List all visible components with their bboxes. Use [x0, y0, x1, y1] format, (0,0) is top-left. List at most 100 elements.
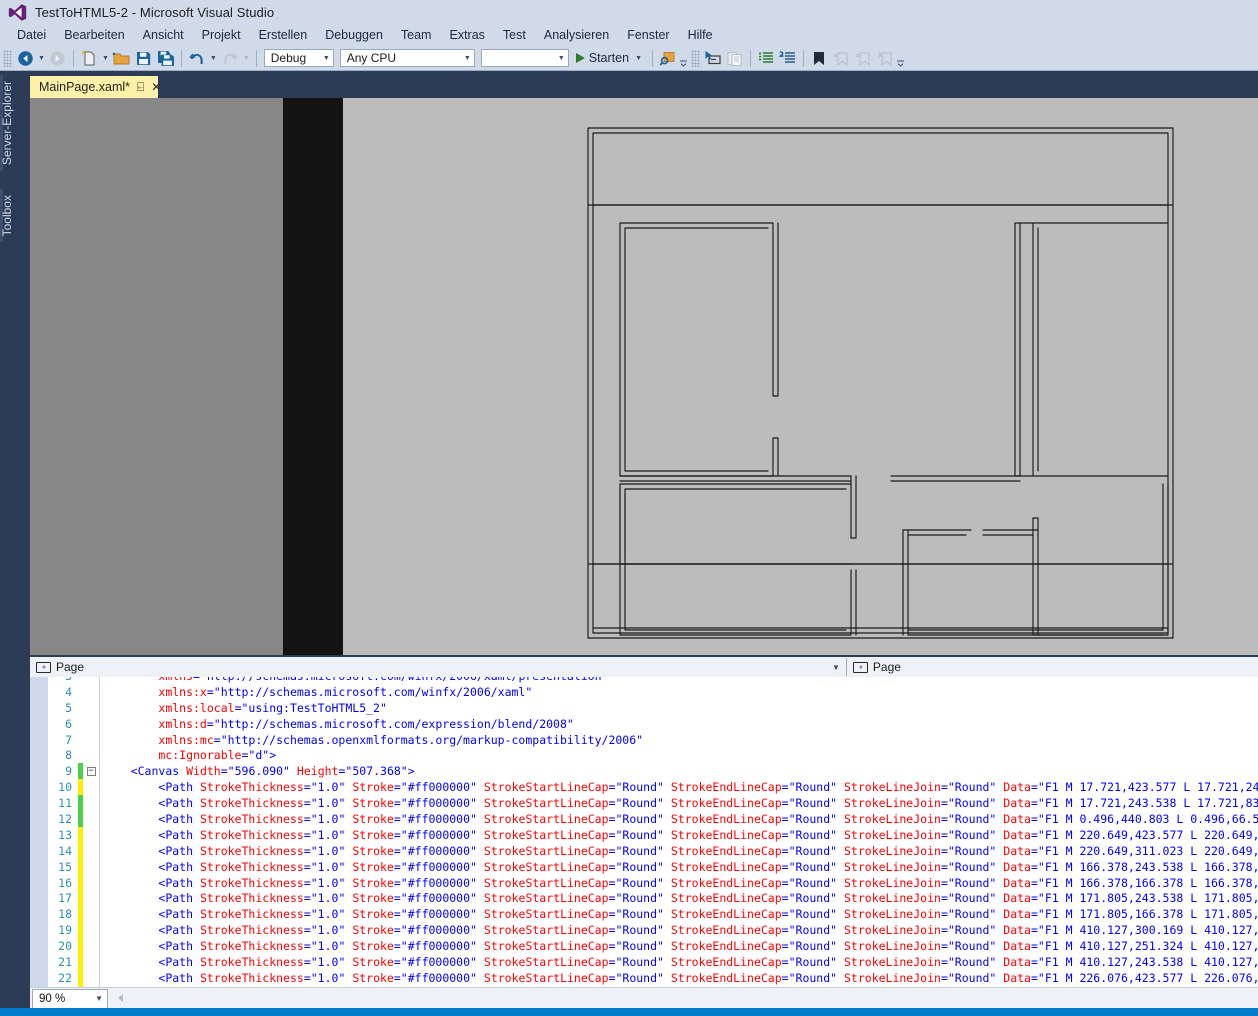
new-item-dropdown-icon[interactable]: ▼	[102, 55, 109, 62]
tab-label: MainPage.xaml*	[39, 80, 131, 94]
solution-configuration-combo[interactable]: Debug ▼	[263, 49, 334, 67]
menu-item-analysieren[interactable]: Analysieren	[535, 26, 618, 44]
save-icon[interactable]	[133, 48, 155, 69]
design-view-dropdown-icon[interactable]: ▼	[832, 663, 840, 672]
line-number: 16	[58, 875, 72, 890]
code-line[interactable]: 6 xmlns:d="http://schemas.microsoft.com/…	[30, 716, 1258, 732]
close-icon[interactable]: ✕	[151, 81, 161, 93]
zoom-level-combo[interactable]: 90 % ▼	[32, 988, 108, 1009]
code-text: <Path StrokeThickness="1.0" Stroke="#ff0…	[158, 891, 1258, 906]
outlining-margin[interactable]: −	[83, 766, 99, 776]
code-line[interactable]: 19 <Path StrokeThickness="1.0" Stroke="#…	[30, 922, 1258, 939]
line-number: 22	[58, 970, 72, 985]
menu-item-ansicht[interactable]: Ansicht	[134, 26, 193, 44]
pin-icon[interactable]: ⍇	[137, 81, 144, 93]
code-text: <Path StrokeThickness="1.0" Stroke="#ff0…	[158, 923, 1258, 938]
left-dock: Server-Explorer Toolbox	[0, 71, 28, 987]
chevron-down-icon[interactable]: ▼	[635, 55, 642, 62]
sidebar-item-server-explorer[interactable]: Server-Explorer	[0, 75, 28, 172]
navigate-to-icon[interactable]	[702, 48, 724, 69]
undo-icon[interactable]	[186, 48, 208, 69]
code-line[interactable]: 11 <Path StrokeThickness="1.0" Stroke="#…	[30, 795, 1258, 812]
menu-item-erstellen[interactable]: Erstellen	[250, 26, 317, 44]
status-bar	[0, 1008, 1258, 1016]
code-line[interactable]: 9 − <Canvas Width="596.090" Height="507.3…	[30, 763, 1258, 780]
sidebar-item-label: Toolbox	[0, 195, 14, 237]
code-line[interactable]: 7 xmlns:mc="http://schemas.openxmlformat…	[30, 732, 1258, 748]
code-line[interactable]: 10 <Path StrokeThickness="1.0" Stroke="#…	[30, 779, 1258, 796]
toggle-bookmark-icon[interactable]	[808, 48, 830, 69]
find-overflow-icon[interactable]	[679, 48, 688, 68]
change-marker	[78, 826, 83, 843]
floorplan-drawing	[587, 127, 1174, 639]
menu-item-debuggen[interactable]: Debuggen	[316, 26, 392, 44]
code-line[interactable]: 22 <Path StrokeThickness="1.0" Stroke="#…	[30, 969, 1258, 986]
line-number: 3	[30, 677, 78, 683]
xaml-view-selector[interactable]: ‹› Page	[846, 657, 1258, 677]
change-marker	[78, 858, 83, 875]
xaml-view-label: Page	[872, 660, 901, 674]
menu-item-hilfe[interactable]: Hilfe	[679, 26, 722, 44]
code-line[interactable]: 3 xmlns="http://schemas.microsoft.com/wi…	[30, 677, 1258, 684]
navigate-back-dropdown-icon[interactable]: ▼	[38, 55, 45, 62]
find-in-files-icon[interactable]	[657, 48, 679, 69]
menu-item-bearbeiten[interactable]: Bearbeiten	[55, 26, 133, 44]
tab-mainpage-xaml[interactable]: MainPage.xaml* ⍇ ✕	[30, 76, 161, 98]
change-marker	[78, 732, 83, 748]
sidebar-item-toolbox[interactable]: Toolbox	[0, 189, 28, 243]
design-view-selector[interactable]: ‹› Page	[30, 657, 850, 677]
change-marker	[78, 890, 83, 907]
code-line[interactable]: 18 <Path StrokeThickness="1.0" Stroke="#…	[30, 906, 1258, 923]
clear-bookmarks-icon	[874, 48, 896, 69]
code-line[interactable]: 4 xmlns:x="http://schemas.microsoft.com/…	[30, 684, 1258, 700]
code-line[interactable]: 8 mc:Ignorable="d">	[30, 747, 1258, 763]
toolbar-grip[interactable]	[3, 49, 12, 67]
xaml-code-editor[interactable]: 3 xmlns="http://schemas.microsoft.com/wi…	[30, 677, 1258, 987]
line-number: 13	[58, 827, 72, 842]
open-file-icon[interactable]	[111, 48, 133, 69]
debug-target-combo[interactable]: ▼	[480, 49, 569, 67]
toolbar-grip[interactable]	[691, 49, 700, 67]
change-marker	[78, 906, 83, 923]
code-line[interactable]: 14 <Path StrokeThickness="1.0" Stroke="#…	[30, 842, 1258, 859]
menu-item-fenster[interactable]: Fenster	[618, 26, 678, 44]
menu-item-test[interactable]: Test	[494, 26, 535, 44]
navigate-back-icon[interactable]	[14, 48, 36, 69]
solution-platform-combo[interactable]: Any CPU ▼	[339, 49, 475, 67]
line-number: 19	[58, 923, 72, 938]
save-all-icon[interactable]	[155, 48, 177, 69]
line-number: 17	[58, 891, 72, 906]
menu-item-team[interactable]: Team	[392, 26, 441, 44]
menu-item-datei[interactable]: Datei	[8, 26, 55, 44]
editor-code-lines[interactable]: 3 xmlns="http://schemas.microsoft.com/wi…	[30, 677, 1258, 987]
code-line[interactable]: 21 <Path StrokeThickness="1.0" Stroke="#…	[30, 954, 1258, 970]
uncomment-selection-icon[interactable]	[777, 48, 799, 69]
line-number: 11	[58, 796, 72, 811]
toolbar-overflow-icon[interactable]	[896, 48, 905, 68]
change-marker	[78, 922, 83, 939]
menu-item-projekt[interactable]: Projekt	[193, 26, 250, 44]
start-debug-button[interactable]: Starten ▼	[572, 51, 648, 65]
xaml-designer-surface[interactable]	[30, 98, 1258, 655]
new-item-icon[interactable]	[78, 48, 100, 69]
line-number: 4	[65, 684, 72, 699]
code-text: <Path StrokeThickness="1.0" Stroke="#ff0…	[158, 843, 1258, 858]
undo-dropdown-icon[interactable]: ▼	[210, 55, 217, 62]
code-line[interactable]: 15 <Path StrokeThickness="1.0" Stroke="#…	[30, 858, 1258, 875]
menu-item-extras[interactable]: Extras	[440, 26, 493, 44]
code-line[interactable]: 5 xmlns:local="using:TestToHTML5_2"	[30, 700, 1258, 716]
code-line[interactable]: 16 <Path StrokeThickness="1.0" Stroke="#…	[30, 874, 1258, 891]
editor-horizontal-scrollbar[interactable]	[112, 988, 1258, 1008]
code-line[interactable]: 17 <Path StrokeThickness="1.0" Stroke="#…	[30, 890, 1258, 907]
code-text: <Path StrokeThickness="1.0" Stroke="#ff0…	[158, 780, 1258, 795]
code-line[interactable]: 20 <Path StrokeThickness="1.0" Stroke="#…	[30, 938, 1258, 955]
comment-selection-icon[interactable]	[755, 48, 777, 69]
design-view-label: Page	[56, 660, 85, 674]
code-line[interactable]: 13 <Path StrokeThickness="1.0" Stroke="#…	[30, 826, 1258, 843]
toolbar-separator	[750, 49, 751, 67]
solution-configuration-value: Debug	[270, 51, 307, 65]
design-page-surface[interactable]	[343, 98, 1258, 655]
scroll-left-icon[interactable]	[112, 988, 128, 1008]
code-line[interactable]: 12 <Path StrokeThickness="1.0" Stroke="#…	[30, 811, 1258, 827]
collapse-region-icon[interactable]: −	[86, 766, 96, 776]
